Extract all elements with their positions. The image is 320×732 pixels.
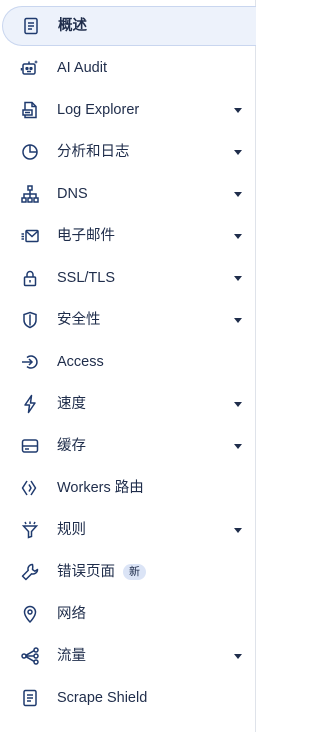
chevron-down-icon[interactable] bbox=[234, 234, 242, 239]
sidebar-item-label: 错误页面 新 bbox=[57, 563, 146, 581]
wrench-icon bbox=[20, 562, 40, 582]
sidebar-item-label: SSL/TLS bbox=[57, 270, 116, 286]
bolt-icon bbox=[20, 394, 40, 414]
sidebar-item-dns[interactable]: DNS bbox=[0, 174, 256, 214]
workers-icon bbox=[20, 478, 40, 498]
sidebar-item-network[interactable]: 网络 bbox=[0, 594, 256, 634]
sidebar-item-log-explorer[interactable]: Log Explorer bbox=[0, 90, 256, 130]
chevron-down-icon[interactable] bbox=[234, 654, 242, 659]
chevron-down-icon[interactable] bbox=[234, 528, 242, 533]
chevron-down-icon[interactable] bbox=[234, 150, 242, 155]
robot-icon bbox=[20, 58, 40, 78]
sidebar-item-rules[interactable]: 规则 bbox=[0, 510, 256, 550]
sidebar-item-label-text: 错误页面 bbox=[57, 564, 115, 580]
lock-icon bbox=[20, 268, 40, 288]
sidebar-item-email[interactable]: 电子邮件 bbox=[0, 216, 256, 256]
email-icon bbox=[20, 226, 40, 246]
sidebar-item-label: AI Audit bbox=[57, 60, 107, 76]
sidebar-item-ai-audit[interactable]: AI Audit bbox=[0, 48, 256, 88]
sidebar-item-error-pages[interactable]: 错误页面 新 bbox=[0, 552, 256, 592]
sidebar-item-caching[interactable]: 缓存 bbox=[0, 426, 256, 466]
sidebar-item-label: Log Explorer bbox=[57, 102, 140, 118]
sidebar-item-ssl-tls[interactable]: SSL/TLS bbox=[0, 258, 256, 298]
sidebar-item-label: Access bbox=[57, 354, 104, 370]
storage-icon bbox=[20, 436, 40, 456]
new-badge: 新 bbox=[123, 564, 146, 580]
chevron-down-icon[interactable] bbox=[234, 318, 242, 323]
sidebar-item-label: 速度 bbox=[57, 396, 86, 412]
sidebar-item-label: Workers 路由 bbox=[57, 480, 144, 496]
sidebar-item-label: 网络 bbox=[57, 606, 86, 622]
shield-icon bbox=[20, 310, 40, 330]
sidebar-item-scrape-shield[interactable]: Scrape Shield bbox=[0, 678, 256, 718]
document-icon bbox=[20, 688, 40, 708]
pie-chart-icon bbox=[20, 142, 40, 162]
funnel-icon bbox=[20, 520, 40, 540]
sidebar-item-label: 电子邮件 bbox=[57, 228, 115, 244]
sidebar-item-label: 概述 bbox=[58, 18, 87, 34]
sidebar-item-label: 规则 bbox=[57, 522, 86, 538]
sidebar-item-label: 流量 bbox=[57, 648, 86, 664]
chevron-down-icon[interactable] bbox=[234, 276, 242, 281]
sidebar-item-security[interactable]: 安全性 bbox=[0, 300, 256, 340]
chevron-down-icon[interactable] bbox=[234, 108, 242, 113]
chevron-down-icon[interactable] bbox=[234, 402, 242, 407]
network-tree-icon bbox=[20, 184, 40, 204]
sidebar-item-analytics-logs[interactable]: 分析和日志 bbox=[0, 132, 256, 172]
sidebar-item-overview[interactable]: 概述 bbox=[2, 6, 256, 46]
sidebar-item-workers-routes[interactable]: Workers 路由 bbox=[0, 468, 256, 508]
sidebar-item-label: 缓存 bbox=[57, 438, 86, 454]
traffic-share-icon bbox=[20, 646, 40, 666]
sidebar-item-label: DNS bbox=[57, 186, 88, 202]
sidebar-item-access[interactable]: Access bbox=[0, 342, 256, 382]
sidebar-item-label: Scrape Shield bbox=[57, 690, 148, 706]
location-pin-icon bbox=[20, 604, 40, 624]
sidebar-item-traffic[interactable]: 流量 bbox=[0, 636, 256, 676]
access-icon bbox=[20, 352, 40, 372]
sidebar: 概述 AI Audit Log Explorer 分析和日志 DNS 电子邮件 … bbox=[0, 0, 256, 732]
sidebar-item-label: 分析和日志 bbox=[57, 144, 130, 160]
chevron-down-icon[interactable] bbox=[234, 444, 242, 449]
chevron-down-icon[interactable] bbox=[234, 192, 242, 197]
log-file-icon bbox=[20, 100, 40, 120]
sidebar-item-speed[interactable]: 速度 bbox=[0, 384, 256, 424]
document-icon bbox=[21, 16, 41, 36]
sidebar-item-label: 安全性 bbox=[57, 312, 101, 328]
